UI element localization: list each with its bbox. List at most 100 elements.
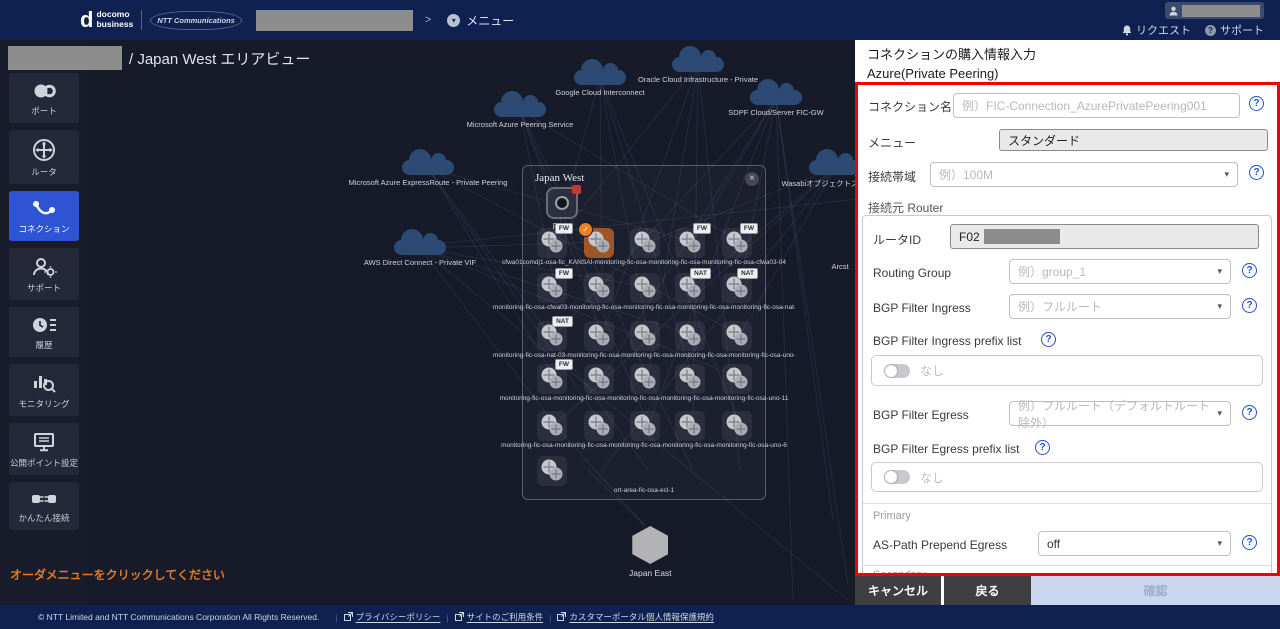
cloud-label: SDPF Cloud/Server FIC-GW xyxy=(728,108,824,117)
sidebar-item-public-point[interactable]: 公開ポイント設定 xyxy=(9,423,79,475)
sidebar-item-connection[interactable]: コネクション xyxy=(9,191,79,241)
account-selector[interactable] xyxy=(1165,2,1264,19)
routing-group-select[interactable]: 例）group_1 ▾ xyxy=(1009,259,1231,284)
ntt-communications-logo: NTT Communications xyxy=(150,10,242,30)
selected-check-icon: ✓ xyxy=(578,222,593,237)
router-tile[interactable]: ✓ xyxy=(578,222,614,258)
support-label: サポート xyxy=(1220,25,1264,37)
sidebar-item-history[interactable]: 履歴 xyxy=(9,307,79,357)
router-tile[interactable] xyxy=(630,364,660,394)
router-tile[interactable] xyxy=(584,321,614,351)
help-icon[interactable]: ? xyxy=(1242,298,1257,313)
footer: © NTT Limited and NTT Communications Cor… xyxy=(0,605,1280,629)
router-tile[interactable]: FW xyxy=(675,223,711,258)
chevron-down-icon: ▾ xyxy=(1217,408,1222,418)
footer-link[interactable]: カスタマーポータル個人情報保護規約 xyxy=(557,611,714,623)
close-icon[interactable]: × xyxy=(745,172,759,186)
router-tile[interactable]: FW xyxy=(537,359,573,394)
order-panel-header: コネクションの購入情報入力 Azure(Private Peering) xyxy=(855,40,1280,82)
support-link[interactable]: ? サポート xyxy=(1205,22,1264,38)
cloud-label: Oracle Cloud Infrastructure - Private xyxy=(637,75,759,84)
cloud-icon xyxy=(394,229,446,255)
sidebar-item-port[interactable]: ポート xyxy=(9,73,79,123)
tile-badge-fw: FW xyxy=(554,268,573,280)
router-tile[interactable] xyxy=(537,411,567,441)
sidebar-item-router[interactable]: ルータ xyxy=(9,130,79,184)
bandwidth-label: 接続帯域 xyxy=(868,170,917,184)
router-row-label: cfwa01comdj1-osa-fic_KANSAI-monitoring-f… xyxy=(502,259,786,266)
bgp-filter-egress-select[interactable]: 例）フルルート（デフォルトルート除外） ▾ xyxy=(1009,399,1231,430)
back-button[interactable]: 戻る xyxy=(944,576,1031,605)
help-icon[interactable]: ? xyxy=(1249,165,1264,180)
japan-east-label: Japan East xyxy=(629,568,672,578)
router-tile[interactable] xyxy=(537,456,567,486)
bgp-ingress-prefix-box: なし xyxy=(871,355,1263,386)
router-tile[interactable]: NAT xyxy=(537,316,573,351)
toggle-off[interactable] xyxy=(884,470,910,484)
router-tile[interactable]: NAT xyxy=(722,268,758,303)
router-tile[interactable] xyxy=(630,321,660,351)
router-tile[interactable] xyxy=(584,273,614,303)
tile-badge-fw: FW xyxy=(739,223,758,235)
router-tile[interactable]: FW xyxy=(537,223,573,258)
router-tile[interactable]: NAT xyxy=(675,268,711,303)
bgp-egress-prefix-box: なし xyxy=(871,462,1263,492)
router-tile[interactable]: FW xyxy=(537,268,573,303)
help-icon[interactable]: ? xyxy=(1041,332,1056,347)
router-tile[interactable] xyxy=(584,411,614,441)
help-icon[interactable]: ? xyxy=(1035,440,1050,455)
tile-badge-nat: NAT xyxy=(690,268,711,280)
help-icon[interactable]: ? xyxy=(1242,263,1257,278)
request-label: リクエスト xyxy=(1136,25,1191,37)
menu-field-label: メニュー xyxy=(868,136,917,150)
router-tile[interactable] xyxy=(675,364,705,394)
source-router-section-label: 接続元 Router xyxy=(868,201,944,215)
top-header: d docomo business NTT Communications > ▾… xyxy=(0,0,1280,40)
router-tile[interactable] xyxy=(630,228,660,258)
router-tile[interactable] xyxy=(630,273,660,303)
footer-link[interactable]: サイトのご利用条件 xyxy=(454,611,543,623)
bgp-filter-ingress-select[interactable]: 例）フルルート ▾ xyxy=(1009,294,1231,319)
docomo-business-logo: d docomo business xyxy=(80,9,133,31)
sidebar-item-support[interactable]: サポート xyxy=(9,248,79,300)
confirm-button[interactable]: 確認 xyxy=(1031,576,1280,605)
as-path-prepend-select[interactable]: off ▾ xyxy=(1038,531,1231,556)
router-tile[interactable] xyxy=(722,411,752,441)
router-tile[interactable]: FW xyxy=(722,223,758,258)
router-tile[interactable] xyxy=(722,364,752,394)
japan-east-node[interactable]: Japan East xyxy=(629,526,672,578)
monitor-icon xyxy=(34,433,54,452)
help-icon[interactable]: ? xyxy=(1249,96,1264,111)
sidebar-item-monitoring[interactable]: モニタリング xyxy=(9,364,79,416)
toggle-off[interactable] xyxy=(884,363,910,378)
menu-dropdown[interactable]: ▾ メニュー xyxy=(447,12,514,29)
router-tile[interactable] xyxy=(675,321,705,351)
sidebar-item-easy-connect[interactable]: かんたん接続 xyxy=(9,482,79,530)
footer-link[interactable]: プライバシーポリシー xyxy=(343,611,440,623)
primary-section-label: Primary xyxy=(873,510,911,522)
footer-links: | プライバシーポリシー | サイトのご利用条件 | カスタマーポータル個人情報保護規約 xyxy=(329,611,714,624)
help-icon[interactable]: ? xyxy=(1242,535,1257,550)
tile-badge-fw: FW xyxy=(554,223,573,235)
cloud-icon xyxy=(402,149,454,175)
router-tile[interactable] xyxy=(722,321,752,351)
connection-name-input[interactable] xyxy=(953,93,1240,118)
routing-group-label: Routing Group xyxy=(873,266,952,280)
help-icon[interactable]: ? xyxy=(1242,405,1257,420)
ports-icon xyxy=(546,185,581,219)
bgp-egress-prefix-label: BGP Filter Egress prefix list xyxy=(873,442,1020,456)
router-id-field: F02 xyxy=(950,224,1259,249)
router-tile[interactable] xyxy=(584,364,614,394)
section-divider xyxy=(863,503,1271,504)
alert-badge xyxy=(572,185,581,194)
user-icon xyxy=(1169,6,1178,15)
cancel-button[interactable]: キャンセル xyxy=(855,576,941,605)
cloud-icon xyxy=(750,79,802,105)
bandwidth-select[interactable]: 例）100M ▾ xyxy=(930,162,1238,187)
router-tile[interactable] xyxy=(675,411,705,441)
cloud-label: Microsoft Azure ExpressRoute - Private P… xyxy=(348,178,508,187)
chevron-down-icon: ▾ xyxy=(1224,169,1229,179)
request-link[interactable]: リクエスト xyxy=(1122,22,1191,38)
router-tile[interactable] xyxy=(630,411,660,441)
redacted-area-name xyxy=(8,46,122,70)
